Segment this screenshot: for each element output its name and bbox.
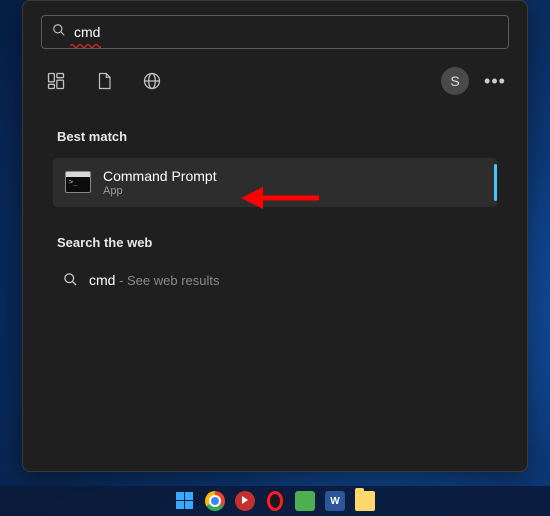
best-match-result[interactable]: Command Prompt App [53,158,497,207]
taskbar-opera-icon[interactable] [265,491,285,511]
search-icon [63,272,79,288]
search-box[interactable] [41,15,509,49]
taskbar-app-icon[interactable] [295,491,315,511]
taskbar-chrome-icon[interactable] [205,491,225,511]
command-prompt-icon [65,171,91,193]
start-button[interactable] [175,491,195,511]
section-search-web-label: Search the web [23,207,527,264]
web-result-term: cmd [89,272,115,288]
filter-apps-icon[interactable] [45,70,67,92]
search-row [41,15,509,49]
taskbar-youtube-music-icon[interactable] [235,491,255,511]
taskbar-file-explorer-icon[interactable] [355,491,375,511]
section-best-match-label: Best match [23,107,527,158]
more-options-button[interactable]: ••• [485,71,505,91]
filter-documents-icon[interactable] [93,70,115,92]
filter-web-icon[interactable] [141,70,163,92]
web-search-result[interactable]: cmd - See web results [23,264,527,288]
web-result-suffix: - See web results [115,273,219,288]
result-subtitle: App [103,185,217,197]
search-icon [52,23,66,42]
avatar-initial: S [450,73,459,89]
filter-row: S ••• [23,49,527,107]
search-input[interactable] [74,24,498,40]
taskbar: W [0,486,550,516]
search-panel: S ••• Best match Command Prompt App Sear… [22,0,528,472]
user-avatar[interactable]: S [441,67,469,95]
spelling-squiggle [70,43,101,49]
taskbar-word-icon[interactable]: W [325,491,345,511]
result-title: Command Prompt [103,168,217,185]
